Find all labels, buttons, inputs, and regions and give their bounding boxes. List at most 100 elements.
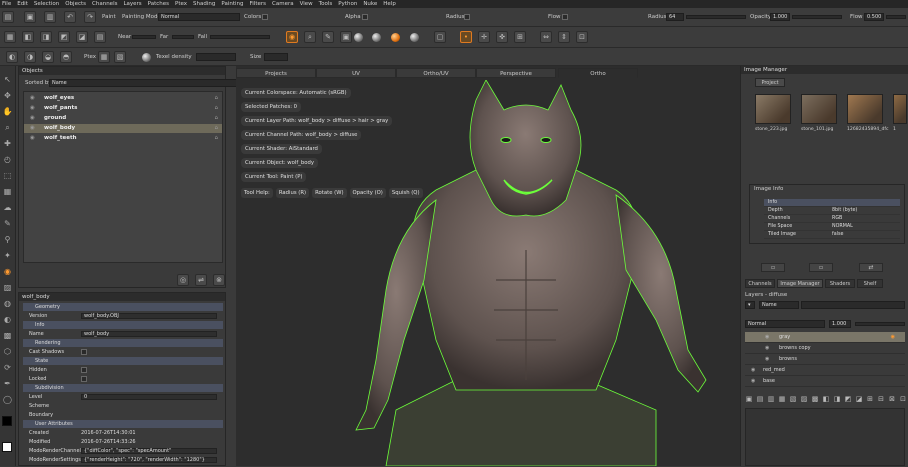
viewport[interactable]: Projects UV Ortho/UV Perspective Ortho Curre…: [236, 66, 740, 466]
menu-selection[interactable]: Selection: [34, 1, 59, 7]
tab-ortho[interactable]: Ortho: [558, 68, 638, 78]
panel-tab-shaders[interactable]: Shaders: [825, 279, 855, 288]
image-thumbnail[interactable]: [801, 94, 837, 124]
menu-shading[interactable]: Shading: [193, 1, 215, 7]
property-modified[interactable]: Modified 2016-07-26T14:33:26: [23, 438, 223, 446]
size-input[interactable]: [264, 53, 288, 61]
opacity-input[interactable]: 1.000: [770, 13, 790, 21]
texel-density-input[interactable]: [196, 53, 236, 61]
layer-action-icon-15[interactable]: ⊡: [899, 395, 907, 403]
image-thumbnail[interactable]: [847, 94, 883, 124]
image-thumbnail[interactable]: [755, 94, 791, 124]
visibility-eye-icon[interactable]: ◉: [30, 104, 35, 113]
object-row-wolf_pants[interactable]: ◉ wolf_pants ⌂: [24, 104, 222, 113]
flip-icon[interactable]: ⇕: [558, 31, 570, 43]
background-color-swatch[interactable]: [2, 442, 12, 452]
menu-tools[interactable]: Tools: [319, 1, 333, 7]
layer-visibility-eye-icon[interactable]: ◉: [765, 343, 769, 354]
tool-icon-19[interactable]: ⟳: [2, 362, 13, 373]
property-level[interactable]: Level 0: [23, 393, 223, 401]
menu-ptex[interactable]: Ptex: [175, 1, 187, 7]
near-slider[interactable]: [132, 35, 156, 39]
tool-icon-8[interactable]: ▦: [2, 186, 13, 197]
menu-channels[interactable]: Channels: [92, 1, 117, 7]
flow-slider[interactable]: [886, 15, 906, 19]
frame-icon[interactable]: ▢: [434, 31, 446, 43]
eyedropper-icon[interactable]: ✎: [322, 31, 334, 43]
tool-icon-20[interactable]: ✒: [2, 378, 13, 389]
opacity-slider[interactable]: [792, 15, 842, 19]
layer-row-browns[interactable]: ◉ browns: [745, 354, 905, 365]
layer-action-icon-10[interactable]: ◩: [844, 395, 852, 403]
object-lock-icon[interactable]: ⌂: [215, 94, 219, 103]
object-lock-icon[interactable]: ⌂: [215, 114, 219, 123]
import-image-button[interactable]: ▫: [809, 263, 833, 272]
far-slider[interactable]: [172, 35, 194, 39]
property-modorendersettings[interactable]: ModoRenderSettings {"renderHeight": "720"…: [23, 456, 223, 464]
tool-icon-7[interactable]: ⬚: [2, 170, 13, 181]
object-lock-icon[interactable]: ⌂: [215, 104, 219, 113]
layers-name-field[interactable]: Name: [759, 301, 799, 309]
layer-opacity-input[interactable]: 1.000: [829, 320, 851, 328]
tool-help-item[interactable]: Opacity (O): [349, 188, 386, 198]
layer-opacity-slider[interactable]: [855, 322, 905, 326]
view-icon-3[interactable]: ◒: [42, 51, 54, 63]
align-icon[interactable]: ⊞: [514, 31, 526, 43]
sphere-gray-icon[interactable]: [372, 33, 381, 42]
mirror-icon[interactable]: ⇔: [540, 31, 552, 43]
menu-file[interactable]: File: [2, 1, 11, 7]
object-row-ground[interactable]: ◉ ground ⌂: [24, 114, 222, 123]
stencil-icon[interactable]: ◩: [58, 31, 70, 43]
view-icon-1[interactable]: ◐: [6, 51, 18, 63]
property-modorenderchannelassignments[interactable]: ModoRenderChannelAssignments {"diffColor"…: [23, 447, 223, 455]
mask-icon[interactable]: ◨: [40, 31, 52, 43]
menu-filters[interactable]: Filters: [250, 1, 267, 7]
redo-icon[interactable]: ↷: [84, 11, 96, 23]
radius-slider[interactable]: [686, 15, 746, 19]
tool-help-item[interactable]: Rotate (W): [312, 188, 347, 198]
property-created[interactable]: Created 2016-07-26T14:30:01: [23, 429, 223, 437]
menu-painting[interactable]: Painting: [221, 1, 243, 7]
tool-icon-15[interactable]: ◍: [2, 298, 13, 309]
menu-layers[interactable]: Layers: [123, 1, 141, 7]
property-checkbox[interactable]: [81, 367, 87, 373]
tab-projects[interactable]: Projects: [236, 68, 316, 78]
property-value-field[interactable]: {"renderHeight": "720", "renderWidth": "…: [81, 457, 217, 463]
view-icon-4[interactable]: ◓: [60, 51, 72, 63]
object-row-wolf_body[interactable]: ◉ wolf_body ⌂: [24, 124, 222, 133]
view-icon-2[interactable]: ◑: [24, 51, 36, 63]
menu-camera[interactable]: Camera: [272, 1, 294, 7]
refresh-image-button[interactable]: ⇄: [859, 263, 883, 272]
layer-row-red_med[interactable]: ◉ red_med: [745, 365, 905, 376]
object-lock-icon[interactable]: ⌂: [215, 124, 219, 133]
fall-slider[interactable]: [210, 35, 270, 39]
visibility-eye-icon[interactable]: ◉: [30, 134, 35, 143]
tool-icon-5[interactable]: ✚: [2, 138, 13, 149]
undo-icon[interactable]: ↶: [64, 11, 76, 23]
layers-filter-icon[interactable]: ▾: [745, 301, 755, 309]
foreground-color-swatch[interactable]: [2, 416, 12, 426]
channel-icon[interactable]: ▣: [340, 31, 352, 43]
tool-icon-9[interactable]: ☁: [2, 202, 13, 213]
tool-help-item[interactable]: Squish (Q): [388, 188, 423, 198]
move-v-icon[interactable]: ✜: [496, 31, 508, 43]
image-thumbnail[interactable]: [893, 94, 907, 124]
layer-action-icon-9[interactable]: ◨: [833, 395, 841, 403]
radius-input[interactable]: 64: [666, 13, 684, 21]
menu-patches[interactable]: Patches: [148, 1, 169, 7]
layer-action-icon-2[interactable]: ▤: [756, 395, 764, 403]
layer-row-gray[interactable]: ◉ gray ◉: [745, 332, 905, 343]
layer-visibility-eye-icon[interactable]: ◉: [751, 365, 755, 376]
property-name[interactable]: Name wolf_body: [23, 330, 223, 338]
menu-help[interactable]: Help: [383, 1, 396, 7]
tool-icon-10[interactable]: ✎: [2, 218, 13, 229]
sorted-by-select[interactable]: Name: [49, 79, 239, 87]
visibility-eye-icon[interactable]: ◉: [30, 94, 35, 103]
new-image-button[interactable]: ▫: [761, 263, 785, 272]
tool-icon-2[interactable]: ✥: [2, 90, 13, 101]
tool-icon-18[interactable]: ⬡: [2, 346, 13, 357]
menu-objects[interactable]: Objects: [65, 1, 86, 7]
tool-icon-6[interactable]: ◴: [2, 154, 13, 165]
tool-icon-3[interactable]: ✋: [2, 106, 13, 117]
panel-tab-channels[interactable]: Channels: [745, 279, 775, 288]
